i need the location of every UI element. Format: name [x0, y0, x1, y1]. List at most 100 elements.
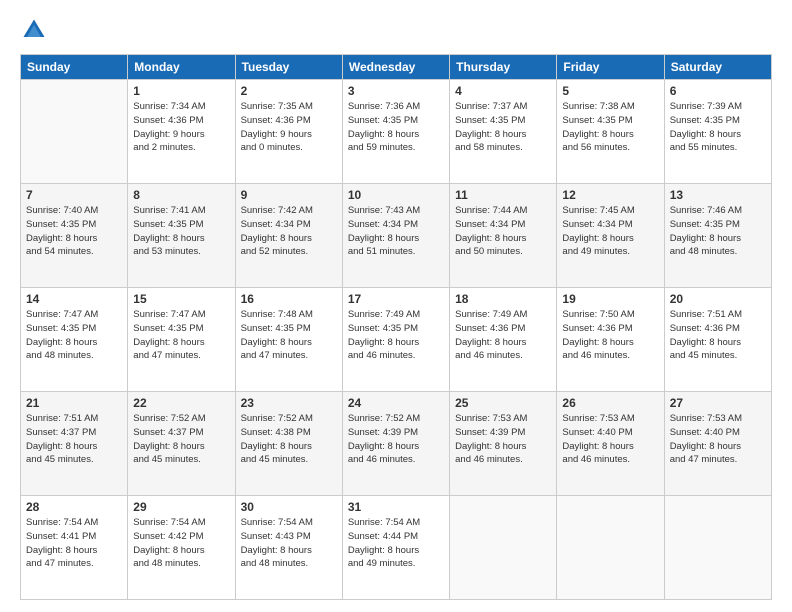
day-number: 26: [562, 396, 658, 410]
day-number: 21: [26, 396, 122, 410]
day-number: 20: [670, 292, 766, 306]
day-info: Sunrise: 7:37 AMSunset: 4:35 PMDaylight:…: [455, 100, 551, 155]
day-number: 15: [133, 292, 229, 306]
weekday-header-friday: Friday: [557, 55, 664, 80]
day-cell: 8 Sunrise: 7:41 AMSunset: 4:35 PMDaylight…: [128, 184, 235, 288]
day-number: 16: [241, 292, 337, 306]
day-number: 10: [348, 188, 444, 202]
day-info: Sunrise: 7:53 AMSunset: 4:39 PMDaylight:…: [455, 412, 551, 467]
day-info: Sunrise: 7:49 AMSunset: 4:35 PMDaylight:…: [348, 308, 444, 363]
day-cell: 22 Sunrise: 7:52 AMSunset: 4:37 PMDayligh…: [128, 392, 235, 496]
week-row-3: 21 Sunrise: 7:51 AMSunset: 4:37 PMDayligh…: [21, 392, 772, 496]
day-cell: [664, 496, 771, 600]
day-cell: [21, 80, 128, 184]
weekday-header-wednesday: Wednesday: [342, 55, 449, 80]
day-cell: 26 Sunrise: 7:53 AMSunset: 4:40 PMDayligh…: [557, 392, 664, 496]
day-cell: 31Sunrise: 7:54 AMSunset: 4:44 PMDayligh…: [342, 496, 449, 600]
weekday-header-tuesday: Tuesday: [235, 55, 342, 80]
weekday-header-thursday: Thursday: [450, 55, 557, 80]
day-cell: 6 Sunrise: 7:39 AMSunset: 4:35 PMDaylight…: [664, 80, 771, 184]
day-number: 6: [670, 84, 766, 98]
day-number: 4: [455, 84, 551, 98]
page: SundayMondayTuesdayWednesdayThursdayFrid…: [0, 0, 792, 612]
day-number: 14: [26, 292, 122, 306]
day-cell: [450, 496, 557, 600]
day-cell: [557, 496, 664, 600]
day-number: 23: [241, 396, 337, 410]
day-info: Sunrise: 7:38 AMSunset: 4:35 PMDaylight:…: [562, 100, 658, 155]
day-cell: 29 Sunrise: 7:54 AMSunset: 4:42 PMDayligh…: [128, 496, 235, 600]
day-info: Sunrise: 7:53 AMSunset: 4:40 PMDaylight:…: [670, 412, 766, 467]
day-info: Sunrise: 7:35 AMSunset: 4:36 PMDaylight:…: [241, 100, 337, 155]
day-number: 25: [455, 396, 551, 410]
day-cell: 27 Sunrise: 7:53 AMSunset: 4:40 PMDayligh…: [664, 392, 771, 496]
weekday-header-row: SundayMondayTuesdayWednesdayThursdayFrid…: [21, 55, 772, 80]
logo-icon: [20, 16, 48, 44]
day-info: Sunrise: 7:39 AMSunset: 4:35 PMDaylight:…: [670, 100, 766, 155]
day-cell: 9Sunrise: 7:42 AMSunset: 4:34 PMDaylight…: [235, 184, 342, 288]
day-info: Sunrise: 7:54 AMSunset: 4:41 PMDaylight:…: [26, 516, 122, 571]
day-cell: 21 Sunrise: 7:51 AMSunset: 4:37 PMDayligh…: [21, 392, 128, 496]
day-cell: 16 Sunrise: 7:48 AMSunset: 4:35 PMDayligh…: [235, 288, 342, 392]
day-number: 3: [348, 84, 444, 98]
day-number: 17: [348, 292, 444, 306]
day-number: 27: [670, 396, 766, 410]
day-cell: 30 Sunrise: 7:54 AMSunset: 4:43 PMDayligh…: [235, 496, 342, 600]
day-number: 5: [562, 84, 658, 98]
day-cell: 18Sunrise: 7:49 AMSunset: 4:36 PMDayligh…: [450, 288, 557, 392]
day-number: 13: [670, 188, 766, 202]
day-cell: 10 Sunrise: 7:43 AMSunset: 4:34 PMDayligh…: [342, 184, 449, 288]
day-number: 22: [133, 396, 229, 410]
day-info: Sunrise: 7:53 AMSunset: 4:40 PMDaylight:…: [562, 412, 658, 467]
weekday-header-monday: Monday: [128, 55, 235, 80]
day-number: 1: [133, 84, 229, 98]
logo: [20, 16, 52, 44]
calendar-table: SundayMondayTuesdayWednesdayThursdayFrid…: [20, 54, 772, 600]
day-cell: 1Sunrise: 7:34 AMSunset: 4:36 PMDaylight…: [128, 80, 235, 184]
day-cell: 2 Sunrise: 7:35 AMSunset: 4:36 PMDaylight…: [235, 80, 342, 184]
day-number: 8: [133, 188, 229, 202]
day-cell: 19 Sunrise: 7:50 AMSunset: 4:36 PMDayligh…: [557, 288, 664, 392]
day-cell: 23 Sunrise: 7:52 AMSunset: 4:38 PMDayligh…: [235, 392, 342, 496]
day-number: 2: [241, 84, 337, 98]
day-info: Sunrise: 7:47 AMSunset: 4:35 PMDaylight:…: [133, 308, 229, 363]
week-row-1: 7Sunrise: 7:40 AMSunset: 4:35 PMDaylight…: [21, 184, 772, 288]
day-info: Sunrise: 7:54 AMSunset: 4:42 PMDaylight:…: [133, 516, 229, 571]
day-cell: 17 Sunrise: 7:49 AMSunset: 4:35 PMDayligh…: [342, 288, 449, 392]
day-number: 31: [348, 500, 444, 514]
day-info: Sunrise: 7:51 AMSunset: 4:36 PMDaylight:…: [670, 308, 766, 363]
day-number: 30: [241, 500, 337, 514]
day-info: Sunrise: 7:41 AMSunset: 4:35 PMDaylight:…: [133, 204, 229, 259]
day-cell: 15 Sunrise: 7:47 AMSunset: 4:35 PMDayligh…: [128, 288, 235, 392]
day-info: Sunrise: 7:45 AMSunset: 4:34 PMDaylight:…: [562, 204, 658, 259]
day-info: Sunrise: 7:42 AMSunset: 4:34 PMDaylight:…: [241, 204, 337, 259]
day-cell: 4 Sunrise: 7:37 AMSunset: 4:35 PMDaylight…: [450, 80, 557, 184]
day-cell: 7Sunrise: 7:40 AMSunset: 4:35 PMDaylight…: [21, 184, 128, 288]
day-info: Sunrise: 7:49 AMSunset: 4:36 PMDaylight:…: [455, 308, 551, 363]
day-info: Sunrise: 7:48 AMSunset: 4:35 PMDaylight:…: [241, 308, 337, 363]
day-number: 19: [562, 292, 658, 306]
day-cell: 28 Sunrise: 7:54 AMSunset: 4:41 PMDayligh…: [21, 496, 128, 600]
day-info: Sunrise: 7:47 AMSunset: 4:35 PMDaylight:…: [26, 308, 122, 363]
day-number: 29: [133, 500, 229, 514]
day-info: Sunrise: 7:50 AMSunset: 4:36 PMDaylight:…: [562, 308, 658, 363]
day-info: Sunrise: 7:51 AMSunset: 4:37 PMDaylight:…: [26, 412, 122, 467]
header: [20, 16, 772, 44]
week-row-0: 1Sunrise: 7:34 AMSunset: 4:36 PMDaylight…: [21, 80, 772, 184]
day-info: Sunrise: 7:52 AMSunset: 4:37 PMDaylight:…: [133, 412, 229, 467]
day-number: 28: [26, 500, 122, 514]
day-cell: 12 Sunrise: 7:45 AMSunset: 4:34 PMDayligh…: [557, 184, 664, 288]
day-cell: 3Sunrise: 7:36 AMSunset: 4:35 PMDaylight…: [342, 80, 449, 184]
day-info: Sunrise: 7:52 AMSunset: 4:38 PMDaylight:…: [241, 412, 337, 467]
week-row-4: 28 Sunrise: 7:54 AMSunset: 4:41 PMDayligh…: [21, 496, 772, 600]
day-cell: 11Sunrise: 7:44 AMSunset: 4:34 PMDayligh…: [450, 184, 557, 288]
day-info: Sunrise: 7:54 AMSunset: 4:43 PMDaylight:…: [241, 516, 337, 571]
day-number: 11: [455, 188, 551, 202]
day-cell: 5 Sunrise: 7:38 AMSunset: 4:35 PMDaylight…: [557, 80, 664, 184]
day-number: 12: [562, 188, 658, 202]
day-cell: 13Sunrise: 7:46 AMSunset: 4:35 PMDayligh…: [664, 184, 771, 288]
day-cell: 14 Sunrise: 7:47 AMSunset: 4:35 PMDayligh…: [21, 288, 128, 392]
weekday-header-saturday: Saturday: [664, 55, 771, 80]
day-info: Sunrise: 7:43 AMSunset: 4:34 PMDaylight:…: [348, 204, 444, 259]
day-info: Sunrise: 7:52 AMSunset: 4:39 PMDaylight:…: [348, 412, 444, 467]
